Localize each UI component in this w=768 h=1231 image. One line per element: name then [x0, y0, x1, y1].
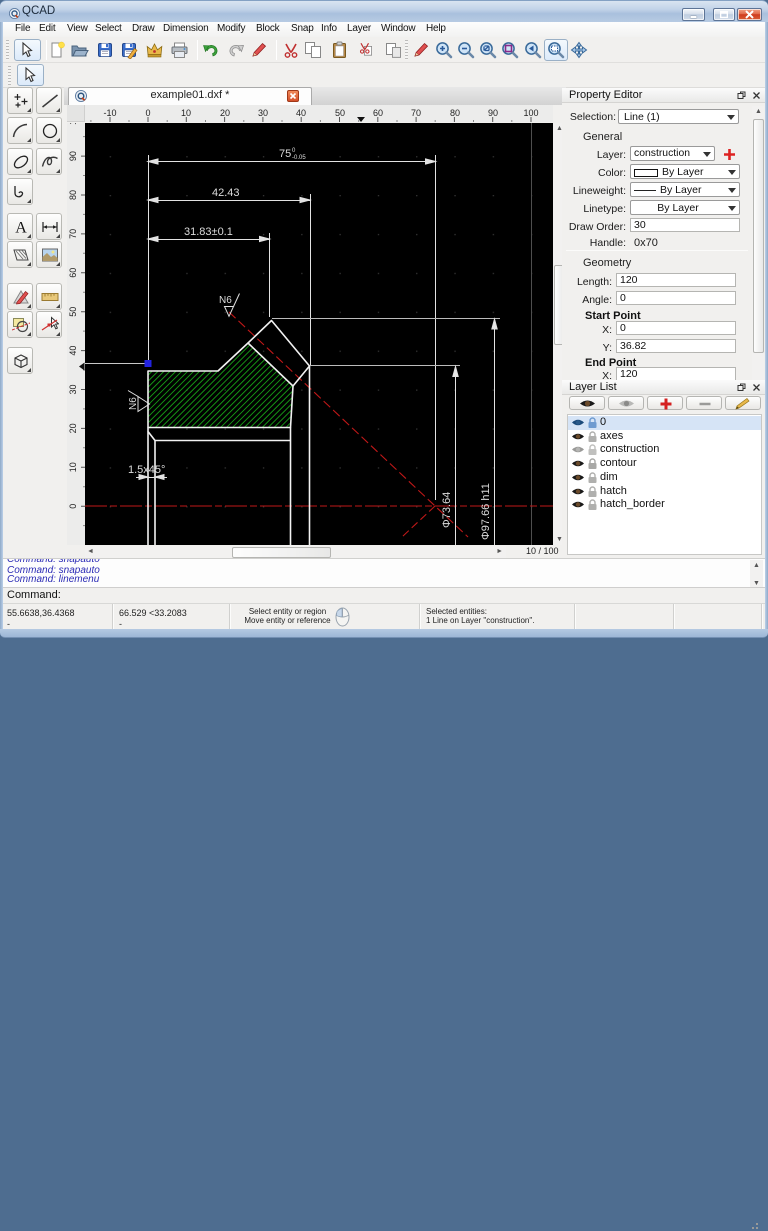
svg-text:80: 80	[68, 190, 78, 200]
svg-text:75: 75	[279, 148, 291, 160]
svg-text:100: 100	[68, 123, 78, 125]
svg-text:1.5x45°: 1.5x45°	[128, 464, 165, 476]
svg-text:-0.05: -0.05	[292, 155, 306, 161]
svg-text:30: 30	[68, 384, 78, 394]
svg-text:31.83±0.1: 31.83±0.1	[184, 226, 233, 238]
svg-text:10: 10	[181, 108, 191, 118]
svg-text:N6: N6	[128, 397, 139, 410]
svg-text:100: 100	[523, 108, 538, 118]
svg-text:50: 50	[68, 307, 78, 317]
svg-text:40: 40	[68, 346, 78, 356]
svg-text:20: 20	[220, 108, 230, 118]
svg-text:50: 50	[335, 108, 345, 118]
svg-text:60: 60	[373, 108, 383, 118]
svg-text:30: 30	[258, 108, 268, 118]
svg-text:40: 40	[296, 108, 306, 118]
svg-text:0: 0	[68, 504, 78, 509]
svg-text:80: 80	[450, 108, 460, 118]
svg-text:-10: -10	[103, 108, 116, 118]
svg-text:Φ73.64: Φ73.64	[441, 492, 453, 528]
svg-text:70: 70	[411, 108, 421, 118]
svg-text:60: 60	[68, 268, 78, 278]
svg-text:0: 0	[145, 108, 150, 118]
svg-text:A: A	[15, 220, 27, 237]
svg-text:90: 90	[68, 151, 78, 161]
svg-text:20: 20	[68, 423, 78, 433]
svg-text:Φ97.66 h11: Φ97.66 h11	[480, 483, 492, 540]
svg-text:70: 70	[68, 229, 78, 239]
svg-text:10: 10	[68, 462, 78, 472]
svg-text:42.43: 42.43	[212, 187, 240, 199]
svg-text:90: 90	[488, 108, 498, 118]
svg-text:N6: N6	[219, 295, 232, 306]
